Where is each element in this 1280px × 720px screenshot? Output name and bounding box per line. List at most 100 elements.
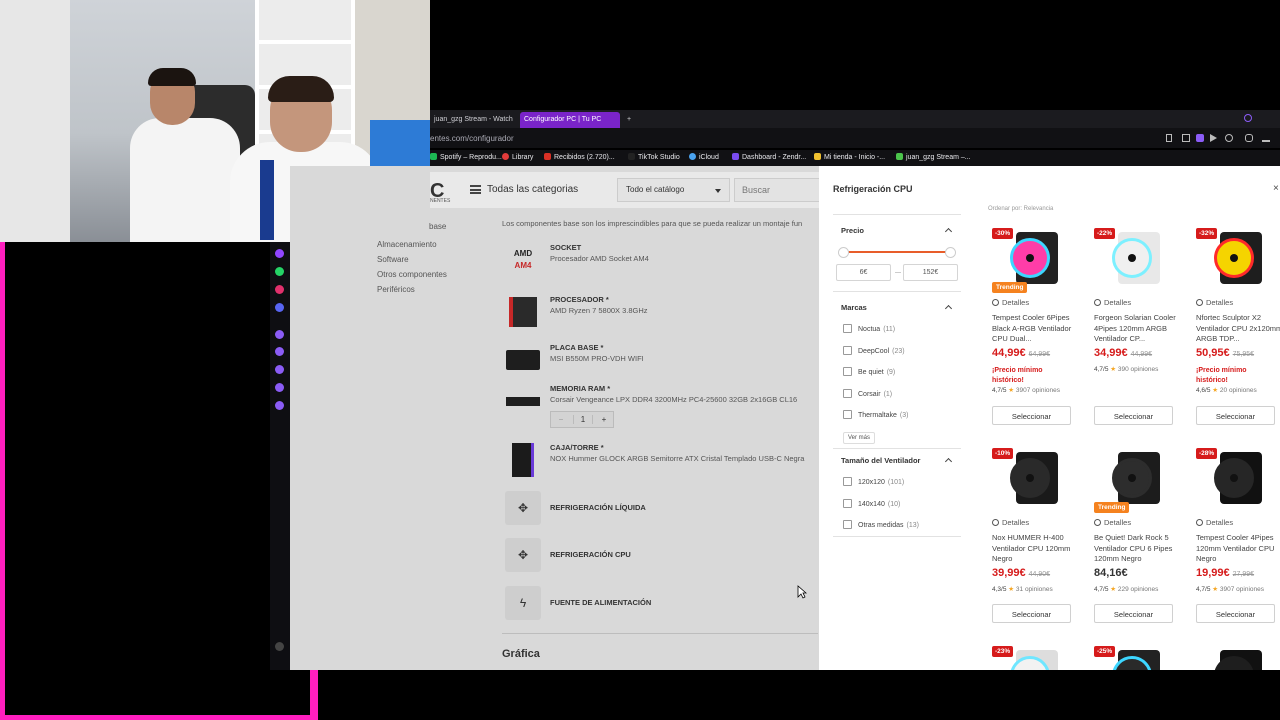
brand-checkbox[interactable]: Be quiet (9)	[843, 367, 895, 376]
fansize-checkbox[interactable]: 140x140 (10)	[843, 499, 900, 508]
price-max-input[interactable]: 152€	[903, 264, 958, 281]
tab-stream[interactable]: juan_gzg Stream - Watch	[430, 112, 516, 128]
brand-checkbox[interactable]: Thermaltake (3)	[843, 410, 908, 419]
share-icon[interactable]	[1245, 134, 1253, 142]
product-name[interactable]: Tempest Cooler 4Pipes 120mm Ventilador C…	[1196, 533, 1280, 565]
product-name[interactable]: Be Quiet! Dark Rock 5 Ventilador CPU 6 P…	[1094, 533, 1186, 565]
discount-badge: -22%	[1094, 228, 1116, 239]
old-price: 75,95€	[1232, 351, 1255, 358]
qty-plus-button[interactable]: +	[594, 415, 614, 424]
bookmark-library[interactable]: Library	[502, 153, 533, 161]
discord-icon[interactable]	[275, 303, 284, 312]
nav-item[interactable]: base	[429, 222, 477, 237]
bookmark-gmail[interactable]: Recibidos (2.720)...	[544, 153, 615, 161]
details-link[interactable]: Detalles	[1196, 518, 1233, 527]
nav-item[interactable]: Software	[377, 255, 477, 270]
tab-configurador[interactable]: Configurador PC | Tu PC	[520, 112, 620, 128]
instagram-icon[interactable]	[275, 285, 284, 294]
select-button[interactable]: Seleccionar	[992, 406, 1071, 425]
filter-fansize-header[interactable]: Tamaño del Ventilador	[841, 456, 953, 465]
categories-link[interactable]: Todas las categorias	[487, 184, 578, 195]
product-image[interactable]	[1104, 448, 1172, 508]
product-image[interactable]	[1206, 646, 1274, 670]
mouse-cursor-icon	[797, 585, 807, 599]
music-icon[interactable]	[275, 330, 284, 339]
select-button[interactable]: Seleccionar	[1094, 406, 1173, 425]
bookmark-mitienda[interactable]: Mi tienda - Inicio -...	[814, 153, 885, 161]
search-icon[interactable]	[1244, 114, 1252, 122]
nav-item[interactable]: Periféricos	[377, 285, 477, 300]
details-link[interactable]: Detalles	[992, 298, 1029, 307]
trending-badge: Trending	[1094, 502, 1130, 513]
heart-icon[interactable]	[1225, 134, 1233, 142]
fansize-checkbox[interactable]: Otras medidas (13)	[843, 520, 919, 529]
qty-value[interactable]: 1	[573, 415, 593, 424]
filter-price-header[interactable]: Precio	[841, 226, 953, 235]
product-card[interactable]: -28% Detalles Tempest Cooler 4Pipes 120mm …	[1196, 448, 1280, 638]
see-more-button[interactable]: Ver más	[843, 432, 875, 444]
search-input[interactable]: Buscar	[734, 178, 820, 202]
product-card[interactable]: -25%	[1094, 646, 1194, 670]
product-card[interactable]: -10% Detalles Nox HUMMER H-400 Ventilador …	[992, 448, 1092, 638]
brand-checkbox[interactable]: DeepCool (23)	[843, 346, 905, 355]
product-card[interactable]: -30% Trending Detalles Tempest Cooler 6Pipe…	[992, 228, 1092, 425]
bookmark-icloud[interactable]: iCloud	[689, 153, 719, 161]
star-icon: ★	[1008, 586, 1015, 593]
site-header: C NENTES Todas las categorias Todo el ca…	[430, 172, 820, 208]
product-name[interactable]: Forgeon Solarian Cooler 4Pipes 120mm ARG…	[1094, 313, 1186, 345]
select-button[interactable]: Seleccionar	[1196, 406, 1275, 425]
price-slider[interactable]	[838, 247, 956, 258]
details-link[interactable]: Detalles	[1094, 298, 1131, 307]
screenshot-icon[interactable]	[1182, 134, 1190, 142]
select-button[interactable]: Seleccionar	[992, 604, 1071, 623]
chat-icon[interactable]	[275, 383, 284, 392]
menu-icon[interactable]	[470, 185, 481, 194]
url-text[interactable]: entes.com/configurador	[430, 134, 514, 143]
select-button[interactable]: Seleccionar	[1196, 604, 1275, 623]
product-name[interactable]: Nox HUMMER H-400 Ventilador CPU 120mm Ne…	[992, 533, 1084, 565]
bookmark-stream[interactable]: juan_gzg Stream –...	[896, 153, 971, 161]
extension-icon[interactable]	[1196, 134, 1204, 142]
settings-icon[interactable]	[275, 401, 284, 410]
select-button[interactable]: Seleccionar	[1094, 604, 1173, 623]
bookmark-spotify[interactable]: Spotify – Reprodu...	[430, 153, 502, 161]
play-icon[interactable]	[1210, 134, 1217, 142]
more-icon[interactable]	[275, 642, 284, 651]
product-name[interactable]: Tempest Cooler 6Pipes Black A-RGB Ventil…	[992, 313, 1084, 345]
product-card[interactable]: -22% Detalles Forgeon Solarian Cooler 4Pip…	[1094, 228, 1194, 425]
brand-checkbox[interactable]: Corsair (1)	[843, 389, 892, 398]
nav-item[interactable]: Otros componentes	[377, 270, 477, 285]
download-icon[interactable]	[1262, 134, 1270, 142]
fansize-checkbox[interactable]: 120x120 (101)	[843, 477, 904, 486]
close-icon[interactable]: ×	[1273, 183, 1279, 194]
filter-brands-header[interactable]: Marcas	[841, 303, 953, 312]
product-card[interactable]: -32% Detalles Nfortec Sculptor X2 Ventilad…	[1196, 228, 1280, 425]
details-link[interactable]: Detalles	[1196, 298, 1233, 307]
product-price: 19,99€ 27,99€	[1196, 567, 1255, 579]
qty-minus-button[interactable]: −	[551, 415, 571, 424]
sort-label[interactable]: Ordenar por: Relevancia	[988, 206, 1053, 212]
whatsapp-icon[interactable]	[275, 267, 284, 276]
wallet-icon[interactable]	[275, 347, 284, 356]
quantity-stepper[interactable]: − 1 +	[550, 411, 614, 428]
twitch-icon[interactable]	[275, 249, 284, 258]
historic-price-badge: ¡Precio mínimo histórico!	[992, 367, 1043, 384]
bookmark-icon[interactable]	[1166, 134, 1172, 142]
bookmark-dashboard[interactable]: Dashboard - Zendr...	[732, 153, 806, 161]
product-card[interactable]	[1196, 646, 1280, 670]
catalog-select[interactable]: Todo el catálogo	[617, 178, 730, 202]
product-card[interactable]: Trending Detalles Be Quiet! Dark Rock 5 Ve…	[1094, 448, 1194, 638]
price-min-input[interactable]: 6€	[836, 264, 891, 281]
info-icon	[1196, 299, 1203, 306]
details-link[interactable]: Detalles	[1094, 518, 1131, 527]
new-tab-button[interactable]: +	[623, 112, 633, 128]
bookmarks-bar: Spotify – Reprodu... Library Recibidos (…	[430, 150, 1280, 166]
product-card[interactable]: -23%	[992, 646, 1092, 670]
address-bar[interactable]: entes.com/configurador	[430, 128, 1280, 148]
product-name[interactable]: Nfortec Sculptor X2 Ventilador CPU 2x120…	[1196, 313, 1280, 345]
history-icon[interactable]	[275, 365, 284, 374]
nav-item[interactable]: Almacenamiento	[377, 240, 477, 255]
details-link[interactable]: Detalles	[992, 518, 1029, 527]
bookmark-tiktok[interactable]: TikTok Studio	[628, 153, 680, 161]
brand-checkbox[interactable]: Noctua (11)	[843, 324, 895, 333]
